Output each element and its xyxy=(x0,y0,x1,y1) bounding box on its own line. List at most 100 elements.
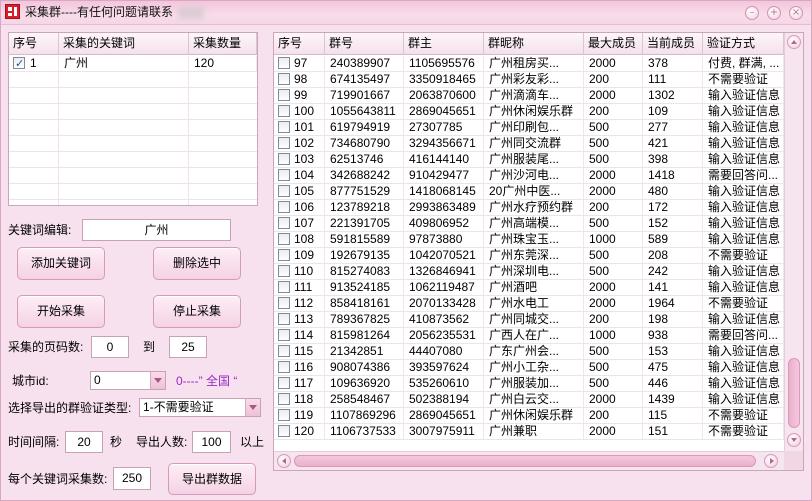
page-to-input[interactable]: 25 xyxy=(169,336,207,358)
row-checkbox[interactable] xyxy=(278,249,290,261)
table-row[interactable]: 112 858418161 2070133428 广州水电工 2000 1964 不需要验证 xyxy=(274,296,784,312)
column-header-row-index[interactable]: 序号 xyxy=(9,33,59,54)
row-checkbox[interactable] xyxy=(278,409,290,421)
column-header-group-nickname[interactable]: 群昵称 xyxy=(484,33,584,54)
row-checkbox[interactable] xyxy=(278,57,290,69)
keyword-table-body[interactable]: 1 广州 120 xyxy=(9,56,257,205)
table-row[interactable]: 107 221391705 409806952 广州高端模... 500 152 输入验证信… xyxy=(274,216,784,232)
cell-row-index: 97 xyxy=(274,56,325,71)
row-checkbox[interactable] xyxy=(13,56,25,71)
delete-selected-button[interactable]: 删除选中 xyxy=(153,247,241,280)
group-table[interactable]: 序号 群号 群主 群昵称 最大成员 当前成员 验证方式 97 240389907 1105695… xyxy=(273,32,804,471)
table-row[interactable]: 110 815274083 1326846941 广州深圳电... 500 242 输入验证… xyxy=(274,264,784,280)
row-checkbox[interactable] xyxy=(278,201,290,213)
table-row[interactable]: 120 1106737533 3007975911 广州兼职 2000 151 不需要验证 xyxy=(274,424,784,440)
row-checkbox[interactable] xyxy=(278,329,290,341)
row-checkbox[interactable] xyxy=(278,121,290,133)
row-checkbox[interactable] xyxy=(278,281,290,293)
page-from-input[interactable]: 0 xyxy=(91,336,129,358)
table-row[interactable]: 97 240389907 1105695576 广州租房买... 2000 378 付费, … xyxy=(274,56,784,72)
row-checkbox[interactable] xyxy=(278,185,290,197)
cell-group-owner: 1062119487 xyxy=(404,280,484,295)
column-header-collect-count[interactable]: 采集数量 xyxy=(189,33,257,54)
table-row[interactable]: 105 877751529 1418068145 20广州中医... 2000 480 输入… xyxy=(274,184,784,200)
table-row[interactable]: 106 123789218 2993863489 广州水疗预约群 200 172 输入验证信… xyxy=(274,200,784,216)
row-checkbox[interactable] xyxy=(278,153,290,165)
column-header-group-id[interactable]: 群号 xyxy=(325,33,404,54)
table-row[interactable]: 99 719901667 2063870600 广州滴滴车... 2000 1302 输入验… xyxy=(274,88,784,104)
table-row[interactable]: 104 342688242 910429477 广州沙河电... 2000 1418 需要回… xyxy=(274,168,784,184)
per-keyword-input[interactable]: 250 xyxy=(113,467,151,490)
vertical-scrollbar[interactable] xyxy=(784,33,803,451)
start-collect-button[interactable]: 开始采集 xyxy=(17,295,105,328)
table-row[interactable]: 98 674135497 3350918465 广州彩友彩... 200 111 不需要验证 xyxy=(274,72,784,88)
title-bar[interactable]: 采集群----有任何问题请联系 xyxy=(0,0,812,25)
chevron-down-icon[interactable] xyxy=(245,399,260,416)
left-arrow-icon[interactable] xyxy=(277,454,291,468)
column-header-verify-method[interactable]: 验证方式 xyxy=(703,33,784,54)
table-row[interactable]: 115 21342851 44407080 广东广州会... 500 153 输入验证信息 xyxy=(274,344,784,360)
row-checkbox[interactable] xyxy=(278,297,290,309)
row-checkbox[interactable] xyxy=(278,377,290,389)
row-checkbox[interactable] xyxy=(278,89,290,101)
horizontal-scrollbar[interactable] xyxy=(274,451,784,470)
keyword-input[interactable]: 广州 xyxy=(82,219,231,241)
current-members-text: 208 xyxy=(648,248,669,262)
row-checkbox[interactable] xyxy=(278,313,290,325)
group-table-body[interactable]: 97 240389907 1105695576 广州租房买... 2000 378 付费, … xyxy=(274,56,784,451)
close-icon[interactable] xyxy=(789,6,803,20)
up-arrow-icon[interactable] xyxy=(787,35,801,49)
table-row[interactable]: 111 913524185 1062119487 广州酒吧 2000 141 输入验证信息 xyxy=(274,280,784,296)
table-row[interactable]: 108 591815589 97873880 广州珠宝玉... 1000 589 输入验证信… xyxy=(274,232,784,248)
export-type-select[interactable]: 1-不需要验证 xyxy=(139,398,261,417)
keyword-table[interactable]: 序号采集的关键词采集数量 1 广州 120 xyxy=(8,32,258,206)
export-min-input[interactable]: 100 xyxy=(192,431,231,453)
row-checkbox[interactable] xyxy=(278,393,290,405)
minimize-icon[interactable] xyxy=(745,6,759,20)
column-header-max-members[interactable]: 最大成员 xyxy=(584,33,643,54)
table-row[interactable]: 119 1107869296 2869045651 广州休闲娱乐群 200 115 不需要验… xyxy=(274,408,784,424)
table-row[interactable]: 100 1055643811 2869045651 广州休闲娱乐群 200 109 输入验证… xyxy=(274,104,784,120)
column-header-keyword[interactable]: 采集的关键词 xyxy=(59,33,189,54)
cell-row-index: 103 xyxy=(274,152,325,167)
table-row[interactable]: 109 192679135 1042070521 广州东莞深... 500 208 不需要验… xyxy=(274,248,784,264)
row-checkbox[interactable] xyxy=(278,233,290,245)
table-row[interactable]: 101 619794919 27307785 广州印刷包... 500 277 输入验证信息 xyxy=(274,120,784,136)
cell-group-nickname: 广州租房买... xyxy=(484,56,584,71)
row-checkbox[interactable] xyxy=(278,137,290,149)
down-arrow-icon[interactable] xyxy=(787,433,801,447)
row-checkbox[interactable] xyxy=(278,265,290,277)
per-keyword-label: 每个关键词采集数: xyxy=(8,472,108,486)
row-checkbox[interactable] xyxy=(278,217,290,229)
horizontal-scroll-thumb[interactable] xyxy=(294,455,756,467)
row-checkbox[interactable] xyxy=(278,425,290,437)
cell-current-members: 938 xyxy=(643,328,703,343)
city-select[interactable]: 0 xyxy=(90,371,166,390)
row-checkbox[interactable] xyxy=(278,361,290,373)
table-row[interactable]: 117 109636920 535260610 广州服装加... 500 446 输入验证信… xyxy=(274,376,784,392)
row-checkbox[interactable] xyxy=(278,345,290,357)
table-row[interactable]: 116 908074386 393597624 广州小工杂... 500 475 输入验证信… xyxy=(274,360,784,376)
table-row[interactable]: 118 258548467 502388194 广州白云交... 2000 1439 输入验… xyxy=(274,392,784,408)
row-checkbox[interactable] xyxy=(278,169,290,181)
table-row[interactable]: 103 62513746 416144140 广州服装尾... 500 398 输入验证信息 xyxy=(274,152,784,168)
table-row[interactable]: 114 815981264 2056235531 广西人在广... 1000 938 需要回… xyxy=(274,328,784,344)
table-row[interactable]: 102 734680790 3294356671 广州同交流群 500 421 输入验证信息 xyxy=(274,136,784,152)
cell-group-id: 877751529 xyxy=(325,184,404,199)
chevron-down-icon[interactable] xyxy=(150,372,165,389)
row-checkbox[interactable] xyxy=(278,105,290,117)
max-members-text: 2000 xyxy=(589,168,616,182)
table-row[interactable]: 113 789367825 410873562 广州同城交... 200 198 输入验证信… xyxy=(274,312,784,328)
column-header-current-members[interactable]: 当前成员 xyxy=(643,33,703,54)
maximize-icon[interactable] xyxy=(767,6,781,20)
column-header-row-index[interactable]: 序号 xyxy=(274,33,325,54)
vertical-scroll-thumb[interactable] xyxy=(788,357,800,428)
stop-collect-button[interactable]: 停止采集 xyxy=(153,295,241,328)
right-arrow-icon[interactable] xyxy=(764,454,778,468)
interval-input[interactable]: 20 xyxy=(65,431,103,453)
export-data-button[interactable]: 导出群数据 xyxy=(168,463,256,495)
column-header-group-owner[interactable]: 群主 xyxy=(404,33,484,54)
table-row[interactable]: 1 广州 120 xyxy=(9,56,257,72)
add-keyword-button[interactable]: 添加关键词 xyxy=(17,247,105,280)
row-checkbox[interactable] xyxy=(278,73,290,85)
